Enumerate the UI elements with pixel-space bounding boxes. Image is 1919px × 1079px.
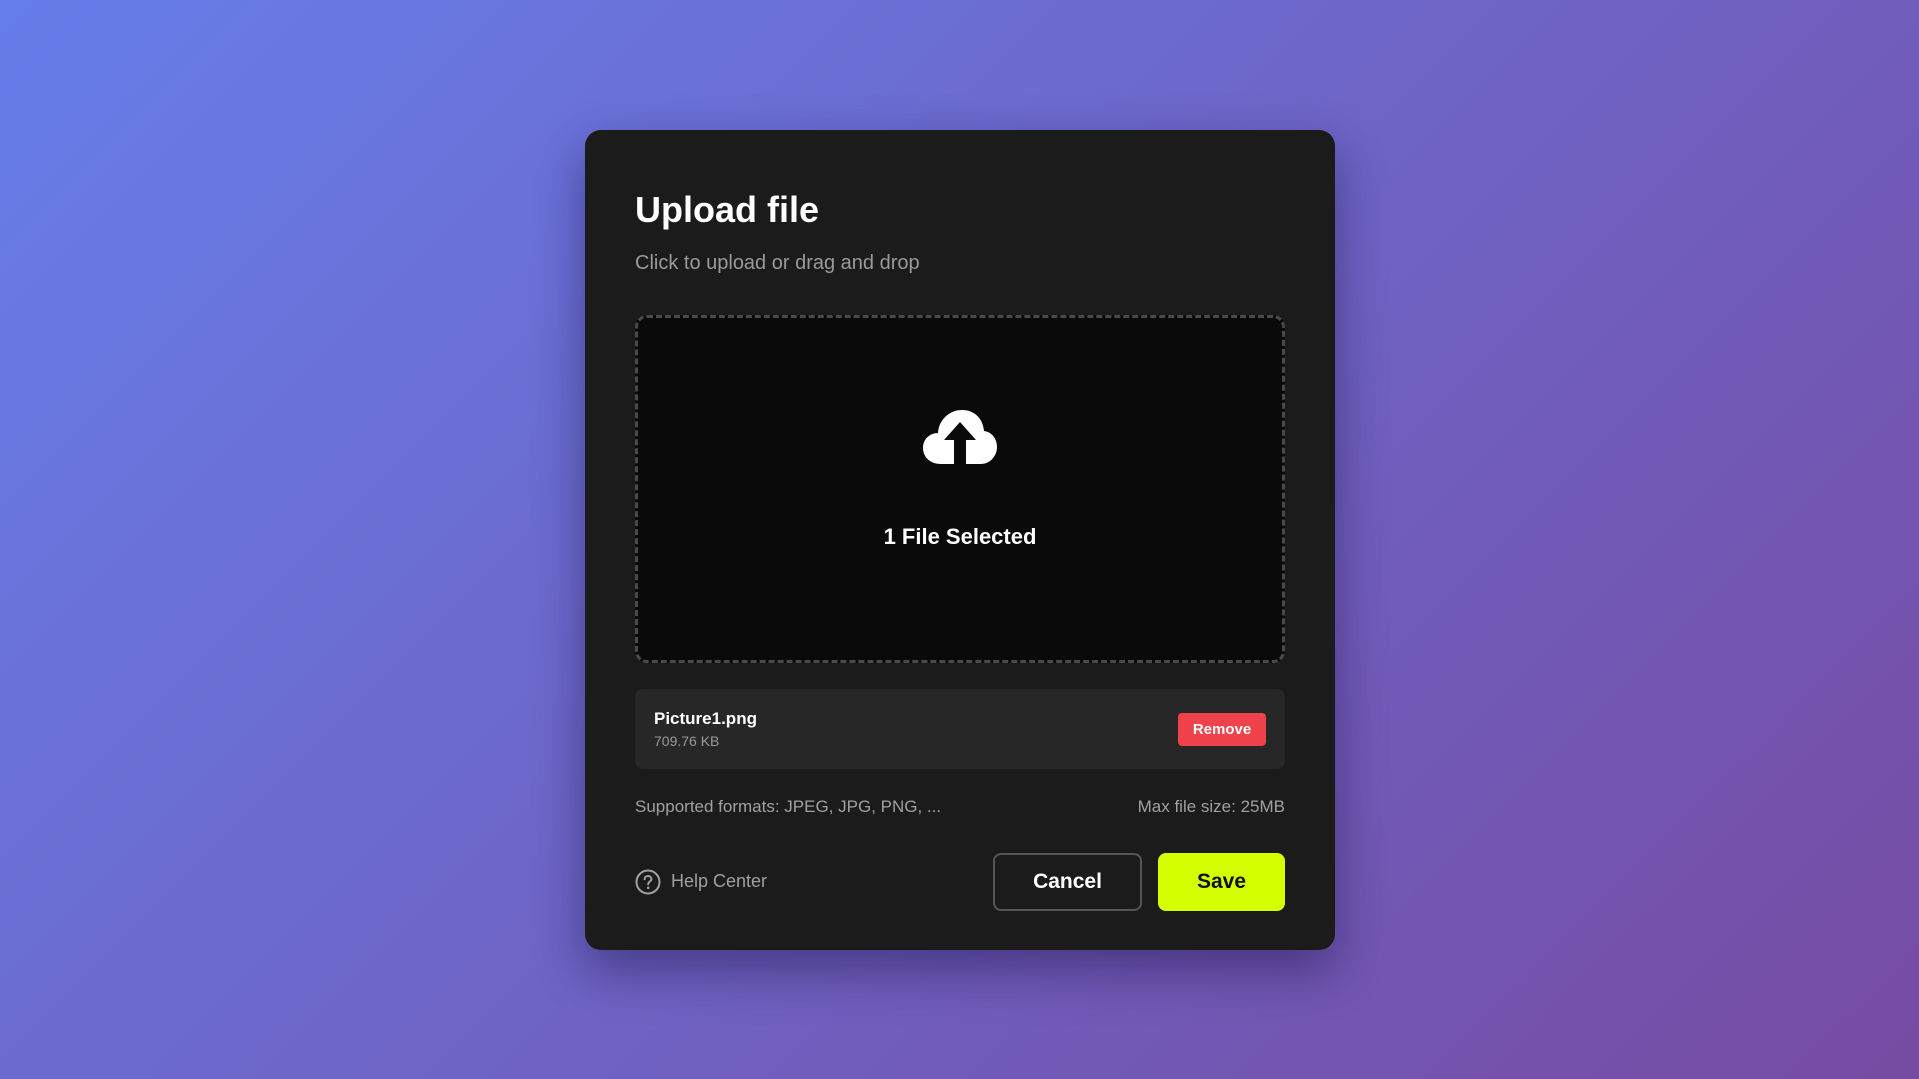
- dialog-title: Upload file: [635, 189, 820, 230]
- files-selected-text: 1 File Selected: [883, 523, 1037, 549]
- upload-dialog: Upload file Click to upload or drag and …: [585, 130, 1335, 950]
- question-circle-icon: [635, 869, 661, 895]
- action-buttons: Cancel Save: [993, 852, 1285, 911]
- cloud-upload-icon: [923, 409, 997, 464]
- dialog-footer: Help Center Cancel Save: [635, 852, 1285, 911]
- remove-file-button[interactable]: Remove: [1178, 712, 1266, 746]
- dialog-subtitle: Click to upload or drag and drop: [635, 251, 920, 274]
- max-file-size-text: Max file size: 25MB: [1137, 796, 1285, 816]
- help-center-link[interactable]: Help Center: [635, 869, 767, 895]
- file-name: Picture1.png: [654, 708, 757, 728]
- cancel-button[interactable]: Cancel: [993, 852, 1142, 911]
- supported-formats-text: Supported formats: JPEG, JPG, PNG, ...: [635, 796, 942, 816]
- help-center-label: Help Center: [671, 871, 768, 892]
- upload-info-row: Supported formats: JPEG, JPG, PNG, ... M…: [635, 797, 1285, 817]
- save-button[interactable]: Save: [1158, 852, 1285, 911]
- selected-file-card: Picture1.png 709.76 KB Remove: [635, 688, 1285, 769]
- file-size: 709.76 KB: [654, 732, 720, 749]
- upload-dropzone[interactable]: 1 File Selected: [635, 314, 1285, 663]
